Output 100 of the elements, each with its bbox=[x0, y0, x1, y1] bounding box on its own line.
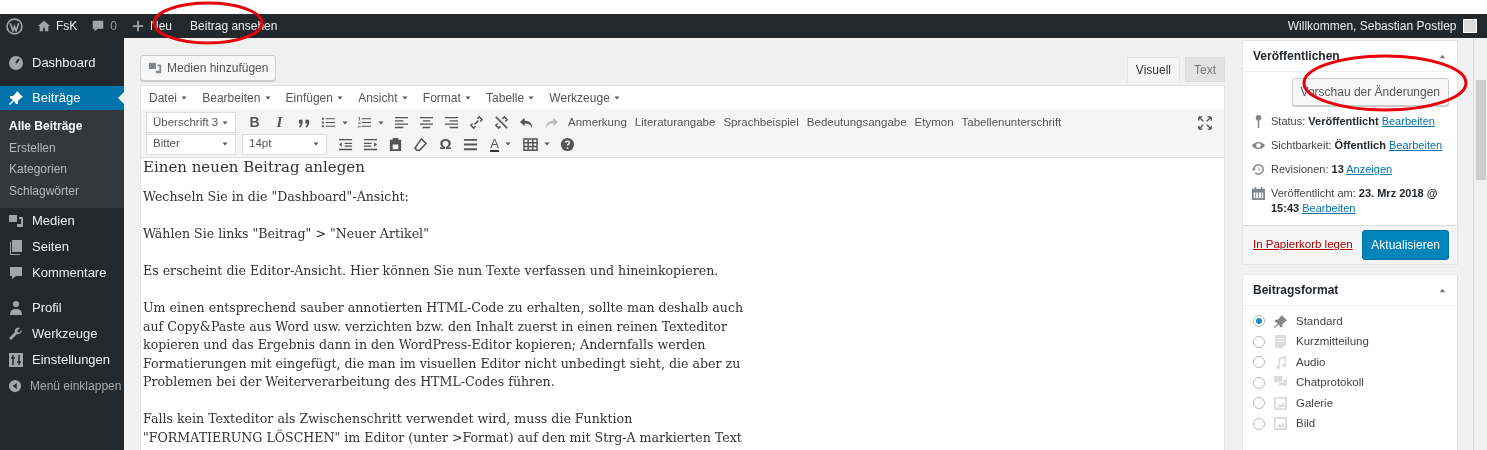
italic-button[interactable]: I bbox=[267, 111, 292, 134]
paragraph: Wählen Sie links "Beitrag" > "Neuer Artikel" bbox=[143, 225, 430, 243]
format-option-label[interactable]: Kurzmitteilung bbox=[1296, 333, 1369, 351]
style-button[interactable]: Sprachbeispiel bbox=[719, 113, 803, 132]
visibility-text: Sichtbarkeit: Öffentlich Bearbeiten bbox=[1271, 138, 1443, 153]
update-button[interactable]: Aktualisieren bbox=[1362, 230, 1449, 260]
help-icon bbox=[560, 136, 575, 152]
add-media-button[interactable]: Medien hinzufügen bbox=[140, 55, 277, 81]
radio-button[interactable] bbox=[1253, 356, 1265, 369]
caret-icon bbox=[312, 140, 320, 148]
format-option-label[interactable]: Galerie bbox=[1296, 394, 1334, 412]
menu-button[interactable]: Ansicht bbox=[358, 88, 409, 107]
caret-icon bbox=[221, 140, 229, 148]
menu-item[interactable]: Seiten bbox=[0, 234, 124, 260]
submenu-item[interactable]: Schlagwörter bbox=[0, 180, 124, 202]
dropdown[interactable]: Überschrift 3 bbox=[146, 112, 236, 133]
home-icon bbox=[37, 19, 51, 33]
redo-icon bbox=[544, 115, 559, 130]
site-label[interactable]: FsK bbox=[56, 17, 78, 35]
collapse-menu-button[interactable]: Menü einklappen bbox=[0, 373, 124, 399]
horizontal-line-icon bbox=[463, 136, 478, 152]
format-option-label[interactable]: Audio bbox=[1296, 353, 1326, 371]
plus-icon bbox=[131, 19, 146, 33]
menu-button[interactable]: Werkzeuge bbox=[549, 88, 622, 107]
collapse-icon bbox=[8, 379, 22, 393]
music-note-icon bbox=[1273, 354, 1288, 370]
radio-button[interactable] bbox=[1253, 417, 1265, 430]
radio-button[interactable] bbox=[1253, 335, 1265, 348]
menu-button[interactable]: Tabelle bbox=[486, 88, 536, 107]
published-link[interactable]: Bearbeiten bbox=[1302, 202, 1356, 214]
paragraph: Um einen entsprechend sauber annotierten HTML-Code zu erhalten, sollte man deshalb auch auf Copy&Paste aus Word usw. verzichten bzw. den Inhalt zuerst in einen reinen Texteditor kopieren und das Ergebnis dann in den WordPress-Editor kopieren; Andernfalls werden Formatierungen mit eingefügt, die man im visuellen Editor nicht unbedingt sieht, die aber zu Problemen bei der Weiterverarbeitung des HTML-Codes führen. bbox=[143, 299, 745, 391]
pages-icon bbox=[8, 239, 24, 255]
eraser-icon bbox=[413, 136, 428, 152]
submenu-item[interactable]: Kategorien bbox=[0, 159, 124, 181]
radio-button[interactable] bbox=[1253, 397, 1265, 410]
menu-button[interactable]: Datei bbox=[149, 88, 189, 107]
menu-button[interactable]: Format bbox=[422, 88, 473, 107]
numbered-list-icon bbox=[357, 115, 372, 130]
comments-label[interactable]: 0 bbox=[110, 17, 118, 35]
format-option-label[interactable]: Standard bbox=[1296, 312, 1343, 330]
status-link[interactable]: Bearbeiten bbox=[1381, 115, 1435, 127]
menu-button[interactable]: Einfügen bbox=[285, 88, 345, 107]
menu-item[interactable]: Profil bbox=[0, 295, 124, 321]
comment-icon bbox=[91, 19, 106, 33]
clipboard-icon bbox=[388, 136, 403, 152]
gallery-icon bbox=[1273, 395, 1288, 411]
paragraph: Wechseln Sie in die "Dashboard"-Ansicht: bbox=[143, 188, 410, 206]
caret-icon bbox=[543, 140, 551, 148]
format-option-label[interactable]: Bild bbox=[1296, 415, 1316, 433]
textcolor-button[interactable]: A bbox=[483, 133, 519, 155]
scrollbar-thumb[interactable] bbox=[1476, 80, 1486, 180]
comment-icon bbox=[8, 265, 24, 281]
menu-button[interactable]: Bearbeiten bbox=[202, 88, 272, 107]
undo-icon bbox=[519, 115, 534, 130]
editor-tab[interactable]: Visuell bbox=[1126, 57, 1180, 82]
radio-button[interactable] bbox=[1253, 376, 1265, 389]
media-icon bbox=[8, 213, 24, 229]
calendar-icon bbox=[1251, 186, 1266, 201]
paragraph: Falls kein Texteditor als Zwischenschritt verwendet wird, muss die Funktion "FORMATIERUNG LÖSCHEN" im Editor (unter >Format) auf den mit Strg-A markierten Text bbox=[143, 410, 743, 447]
status-text: Status: Veröffentlicht Bearbeiten bbox=[1271, 114, 1435, 129]
style-button[interactable]: Bedeutungsangabe bbox=[802, 113, 911, 132]
greeting-text[interactable]: Willkommen, Sebastian Postlep bbox=[1287, 17, 1457, 35]
menu-item[interactable]: Einstellungen bbox=[0, 347, 124, 373]
bold-button[interactable]: B bbox=[242, 111, 267, 134]
menu-item[interactable]: Beiträge bbox=[0, 86, 124, 110]
menu-item[interactable]: Dashboard bbox=[0, 50, 124, 76]
trash-link[interactable]: In Papierkorb legen bbox=[1253, 236, 1353, 254]
style-button[interactable]: Literaturangabe bbox=[630, 113, 720, 132]
submenu-item[interactable]: Erstellen bbox=[0, 137, 124, 159]
note-icon bbox=[1273, 334, 1288, 350]
pin-icon bbox=[8, 90, 24, 106]
avatar-icon bbox=[1463, 19, 1477, 33]
history-icon bbox=[1251, 162, 1266, 177]
paragraph: Es erscheint die Editor-Ansicht. Hier können Sie nun Texte verfassen und hineinkopieren. bbox=[143, 262, 720, 280]
editor-tab[interactable]: Text bbox=[1185, 57, 1225, 82]
submenu-item[interactable]: Alle Beiträge bbox=[0, 116, 124, 138]
style-button[interactable]: Etymon bbox=[910, 113, 958, 132]
sliders-icon bbox=[8, 352, 24, 368]
menu-item[interactable]: Medien bbox=[0, 208, 124, 234]
align-left-icon bbox=[394, 115, 409, 130]
style-button[interactable]: Anmerkung bbox=[564, 113, 631, 132]
user-icon bbox=[8, 300, 24, 316]
menu-item[interactable]: Kommentare bbox=[0, 260, 124, 286]
link-icon bbox=[469, 115, 484, 130]
visibility-link[interactable]: Bearbeiten bbox=[1389, 139, 1443, 151]
indent-icon bbox=[363, 136, 378, 152]
revisions-link[interactable]: Anzeigen bbox=[1346, 163, 1393, 175]
charmap-button[interactable]: Ω bbox=[433, 133, 458, 155]
bulleted-list-icon bbox=[321, 115, 336, 130]
box-title: Veröffentlichen bbox=[1253, 48, 1340, 65]
radio-button[interactable] bbox=[1253, 315, 1265, 328]
gauge-icon bbox=[8, 55, 24, 71]
image-icon bbox=[1273, 416, 1288, 432]
style-button[interactable]: Tabellenunterschrift bbox=[957, 113, 1066, 132]
dropdown[interactable]: 14pt bbox=[242, 133, 327, 155]
menu-item[interactable]: Werkzeuge bbox=[0, 321, 124, 347]
table-icon bbox=[523, 136, 538, 152]
align-center-icon bbox=[419, 115, 434, 130]
format-option-label[interactable]: Chatprotokoll bbox=[1296, 374, 1364, 392]
dropdown[interactable]: Bitter bbox=[146, 133, 236, 155]
